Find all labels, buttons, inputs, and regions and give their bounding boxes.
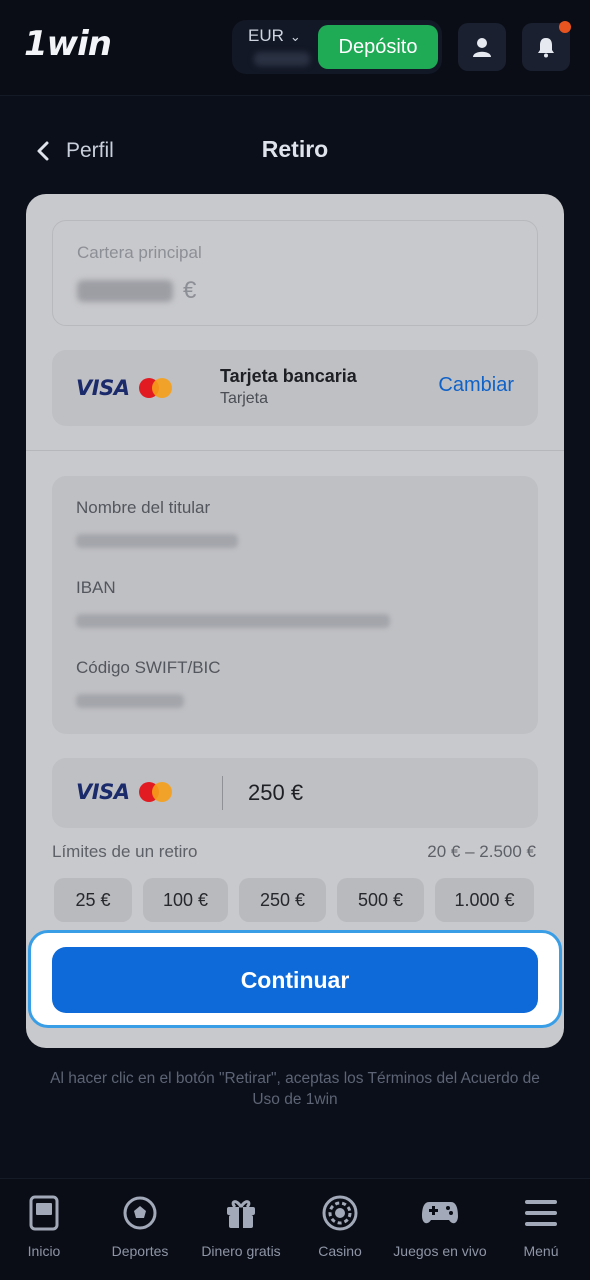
nav-label: Deportes — [111, 1243, 169, 1259]
soccer-ball-icon — [120, 1193, 160, 1233]
withdrawal-card: Cartera principal € VISA Tarjeta bancari… — [26, 194, 564, 1048]
nav-label: Dinero gratis — [201, 1243, 281, 1259]
chevron-left-icon — [37, 141, 49, 161]
wallet-currency-symbol: € — [183, 277, 197, 304]
user-icon — [473, 38, 491, 57]
holder-name-field[interactable] — [76, 534, 238, 548]
amount-card-logos: VISA — [76, 780, 173, 804]
visa-logo: VISA — [76, 376, 130, 400]
amount-chip[interactable]: 500 € — [337, 878, 424, 922]
brand-logo[interactable]: 1win — [24, 24, 112, 64]
home-icon — [24, 1193, 64, 1233]
bell-icon — [538, 38, 554, 58]
nav-label: Casino — [318, 1243, 362, 1259]
currency-label: EUR — [248, 26, 284, 45]
visa-logo: VISA — [76, 780, 130, 804]
change-method-link[interactable]: Cambiar — [438, 374, 514, 397]
menu-icon — [521, 1193, 561, 1233]
amount-value[interactable]: 250 € — [248, 780, 303, 806]
nav-label: Menú — [523, 1243, 559, 1259]
limits-label: Límites de un retiro — [52, 842, 198, 861]
deposit-button[interactable]: Depósito — [318, 25, 438, 69]
bottom-navigation: Inicio Deportes Dinero gratis Casino Jue… — [0, 1178, 590, 1280]
divider — [26, 450, 564, 451]
wallet-label: Cartera principal — [77, 243, 202, 262]
gamepad-icon — [420, 1193, 460, 1233]
method-name: Tarjeta bancaria — [220, 366, 357, 386]
mastercard-icon — [139, 377, 173, 399]
chip-icon — [320, 1193, 360, 1233]
gift-icon — [221, 1193, 261, 1233]
mastercard-icon — [139, 781, 173, 803]
account-details-box: Nombre del titular IBAN Código SWIFT/BIC — [52, 476, 538, 734]
nav-item-sports[interactable]: Deportes — [104, 1193, 176, 1259]
balance-blurred — [254, 52, 310, 66]
method-type: Tarjeta — [220, 390, 269, 407]
notifications-button[interactable] — [522, 21, 571, 71]
back-label: Perfil — [66, 139, 114, 162]
wallet-balance-blurred — [77, 280, 173, 302]
amount-chip[interactable]: 25 € — [54, 878, 132, 922]
main-wallet-box: Cartera principal € — [52, 220, 538, 326]
top-bar: 1win EUR ⌄ Depósito — [0, 0, 590, 96]
swift-label: Código SWIFT/BIC — [76, 658, 221, 677]
iban-field[interactable] — [76, 614, 390, 628]
swift-field[interactable] — [76, 694, 184, 708]
amount-input[interactable]: VISA 250 € — [52, 758, 538, 828]
nav-item-home[interactable]: Inicio — [18, 1193, 70, 1259]
iban-label: IBAN — [76, 578, 116, 597]
nav-label: Juegos en vivo — [393, 1243, 487, 1259]
chevron-down-icon: ⌄ — [289, 29, 301, 44]
nav-item-casino[interactable]: Casino — [310, 1193, 370, 1259]
amount-chip[interactable]: 250 € — [239, 878, 326, 922]
quick-amount-chips: 25 € 100 € 250 € 500 € 1.000 € — [54, 878, 534, 922]
amount-chip[interactable]: 100 € — [143, 878, 228, 922]
holder-name-label: Nombre del titular — [76, 498, 211, 517]
limits-range: 20 € – 2.500 € — [427, 842, 536, 861]
currency-selector[interactable]: EUR ⌄ — [248, 26, 301, 46]
wallet-amount: € — [77, 277, 196, 305]
notification-dot — [559, 21, 571, 33]
payment-method-box: VISA Tarjeta bancaria Tarjeta Cambiar — [52, 350, 538, 426]
amount-separator — [222, 776, 223, 810]
nav-label: Inicio — [27, 1243, 61, 1259]
card-brand-logos: VISA — [76, 376, 173, 400]
amount-chip[interactable]: 1.000 € — [435, 878, 534, 922]
back-button[interactable]: Perfil — [36, 136, 114, 166]
nav-item-live-games[interactable]: Juegos en vivo — [384, 1193, 496, 1259]
profile-button[interactable] — [458, 23, 506, 71]
nav-item-free-money[interactable]: Dinero gratis — [194, 1193, 288, 1259]
terms-notice: Al hacer clic en el botón "Retirar", ace… — [50, 1070, 540, 1108]
continue-button[interactable]: Continuar — [52, 947, 538, 1013]
nav-item-menu[interactable]: Menú — [516, 1193, 566, 1259]
